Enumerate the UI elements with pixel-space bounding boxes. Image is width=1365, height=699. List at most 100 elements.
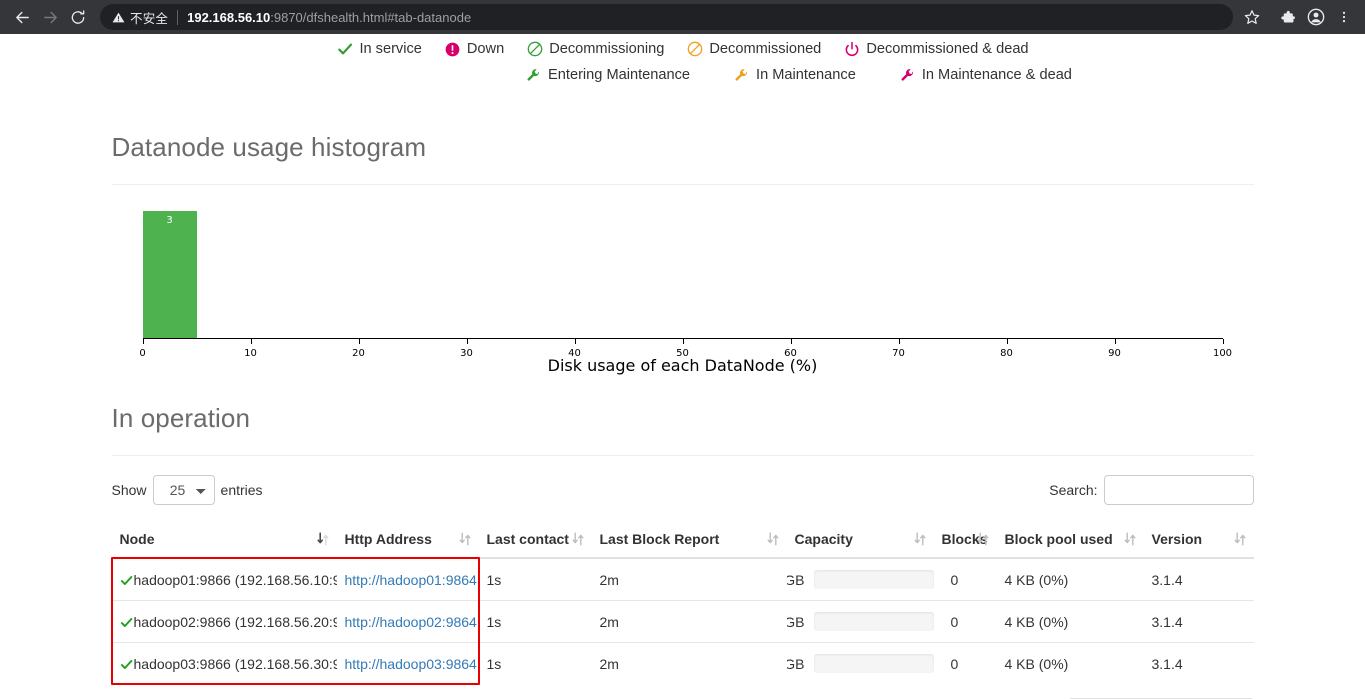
sort-icon (1234, 532, 1245, 546)
legend-row-1: In service Down Decommissioning Decommis… (0, 36, 1365, 62)
x-tick (358, 339, 360, 344)
column-header-last-block-report[interactable]: Last Block Report (591, 525, 787, 559)
sort-icon (572, 532, 583, 546)
cell-block-pool-used: 4 KB (0%) (996, 642, 1144, 684)
address-bar[interactable]: 不安全 192.168.56.10:9870/dfshealth.html#ta… (100, 4, 1233, 30)
x-tick (574, 339, 576, 344)
cell-version: 3.1.4 (1143, 642, 1254, 684)
not-secure-warning-icon (112, 11, 125, 24)
cell-version: 3.1.4 (1143, 557, 1254, 601)
url-host: 192.168.56.10 (187, 9, 271, 25)
datatable-footer: Showing 1 to 3 of 3 entries Previous1Nex… (112, 684, 1254, 699)
in-operation-section: In operation Show 2550100 entries Search… (111, 361, 1254, 699)
legend-item-down: Down (444, 41, 504, 58)
url-path: :9870/dfshealth.html#tab-datanode (270, 9, 472, 25)
cell-version: 3.1.4 (1143, 600, 1254, 643)
table-row: hadoop01:9866 (192.168.56.10:9866) http:/… (111, 557, 1254, 601)
histogram-section: Datanode usage histogram 3 0 10 20 30 40 50 60… (111, 88, 1254, 375)
reload-button[interactable] (64, 3, 92, 31)
sort-icon (977, 532, 988, 546)
check-icon (120, 572, 133, 588)
table-row: hadoop02:9866 (192.168.56.20:9866) http:/… (111, 600, 1254, 643)
column-header-blocks[interactable]: Blocks (933, 525, 997, 559)
search-label: Search: (1049, 482, 1098, 498)
column-header-node[interactable]: Node (111, 525, 337, 559)
cell-block-pool-used: 4 KB (0%) (996, 557, 1144, 601)
cell-http-address: http://hadoop03:9864 (336, 642, 479, 684)
legend-label: Entering Maintenance (548, 66, 691, 83)
column-header-last-contact[interactable]: Last contact (478, 525, 592, 559)
x-tick (1006, 339, 1008, 344)
legend-label: Decommissioned & dead (866, 40, 1029, 57)
extensions-puzzle-icon[interactable] (1275, 4, 1301, 30)
histogram-title: Datanode usage histogram (111, 132, 427, 162)
column-header-version[interactable]: Version (1143, 525, 1254, 559)
x-tick (898, 339, 900, 344)
wrench-icon (899, 67, 916, 84)
table-row: hadoop03:9866 (192.168.56.30:9866) http:/… (111, 642, 1254, 684)
cell-capacity: 49.98 GB (786, 557, 934, 601)
back-button[interactable] (8, 3, 36, 31)
legend-item-in-maintenance: In Maintenance (733, 67, 856, 84)
http-address-link[interactable]: http://hadoop01:9864 (345, 572, 477, 588)
legend-item-entering-maintenance: Entering Maintenance (525, 67, 690, 84)
datanode-usage-chart: 3 0 10 20 30 40 50 60 70 80 90 100 Disk usage of e… (112, 211, 1254, 375)
forward-button[interactable] (36, 3, 64, 31)
http-address-link[interactable]: http://hadoop03:9864 (345, 656, 477, 672)
cell-capacity: 49.98 GB (786, 600, 934, 643)
datatable-controls: Show 2550100 entries Search: (112, 456, 1254, 505)
bookmark-star-icon[interactable] (1239, 4, 1265, 30)
column-header-http-address[interactable]: Http Address (336, 525, 479, 559)
node-name: hadoop01:9866 (192.168.56.10:9866) (133, 571, 337, 588)
search-input[interactable] (1103, 475, 1254, 505)
legend-label: In service (359, 40, 422, 57)
cell-node: hadoop03:9866 (192.168.56.30:9866) (111, 642, 337, 684)
column-header-block-pool-used[interactable]: Block pool used (996, 525, 1144, 559)
node-name: hadoop03:9866 (192.168.56.30:9866) (133, 655, 337, 672)
legend-item-decommissioning: Decommissioning (526, 41, 664, 58)
cell-http-address: http://hadoop02:9864 (336, 600, 479, 643)
legend-label: Decommissioning (549, 40, 665, 57)
chart-plot-area: 3 (142, 211, 1223, 339)
legend-label: Decommissioned (709, 40, 822, 57)
ban-icon (526, 41, 543, 58)
check-icon (336, 41, 353, 58)
column-header-label: Node (119, 531, 155, 547)
x-tick (1114, 339, 1116, 344)
column-header-label: Last contact (486, 531, 569, 547)
legend-label: In Maintenance & dead (921, 66, 1072, 83)
column-header-capacity[interactable]: Capacity (786, 525, 934, 559)
ban-icon (686, 41, 703, 58)
http-address-link[interactable]: http://hadoop02:9864 (345, 614, 477, 630)
sort-icon (767, 532, 778, 546)
x-axis-label: Disk usage of each DataNode (%) (547, 356, 818, 375)
cell-http-address: http://hadoop01:9864 (336, 557, 479, 601)
x-tick (250, 339, 252, 344)
check-icon (120, 614, 133, 630)
chrome-menu-icon[interactable] (1331, 4, 1357, 30)
legend-label: In Maintenance (756, 66, 856, 83)
page-content: In service Down Decommissioning Decommis… (0, 34, 1365, 699)
column-header-label: Capacity (794, 531, 853, 547)
capacity-text: 49.98 GB (787, 571, 805, 588)
cell-last-block-report: 2m (591, 600, 787, 643)
column-header-label: Http Address (344, 531, 432, 547)
capacity-progress (813, 570, 934, 589)
page-length-select[interactable]: 2550100 (152, 475, 215, 505)
column-header-label: Block pool used (1004, 531, 1113, 547)
cell-node: hadoop02:9866 (192.168.56.20:9866) (111, 600, 337, 643)
omnibox-divider (177, 9, 179, 25)
profile-avatar-icon[interactable] (1303, 4, 1329, 30)
table-header-row: Node Http Address Last contact Last Block R… (111, 525, 1254, 559)
legend-item-decommissioned: Decommissioned (686, 41, 821, 58)
x-tick (1222, 339, 1224, 344)
wrench-icon (733, 67, 750, 84)
browser-toolbar: 不安全 192.168.56.10:9870/dfshealth.html#ta… (0, 0, 1365, 34)
bar-value-label: 3 (166, 215, 173, 226)
sort-icon-active (316, 532, 328, 546)
entries-label: entries (220, 482, 263, 498)
capacity-progress (813, 612, 934, 631)
in-operation-title: In operation (111, 403, 251, 433)
capacity-text: 49.98 GB (787, 655, 805, 672)
cell-blocks: 0 (933, 642, 997, 684)
